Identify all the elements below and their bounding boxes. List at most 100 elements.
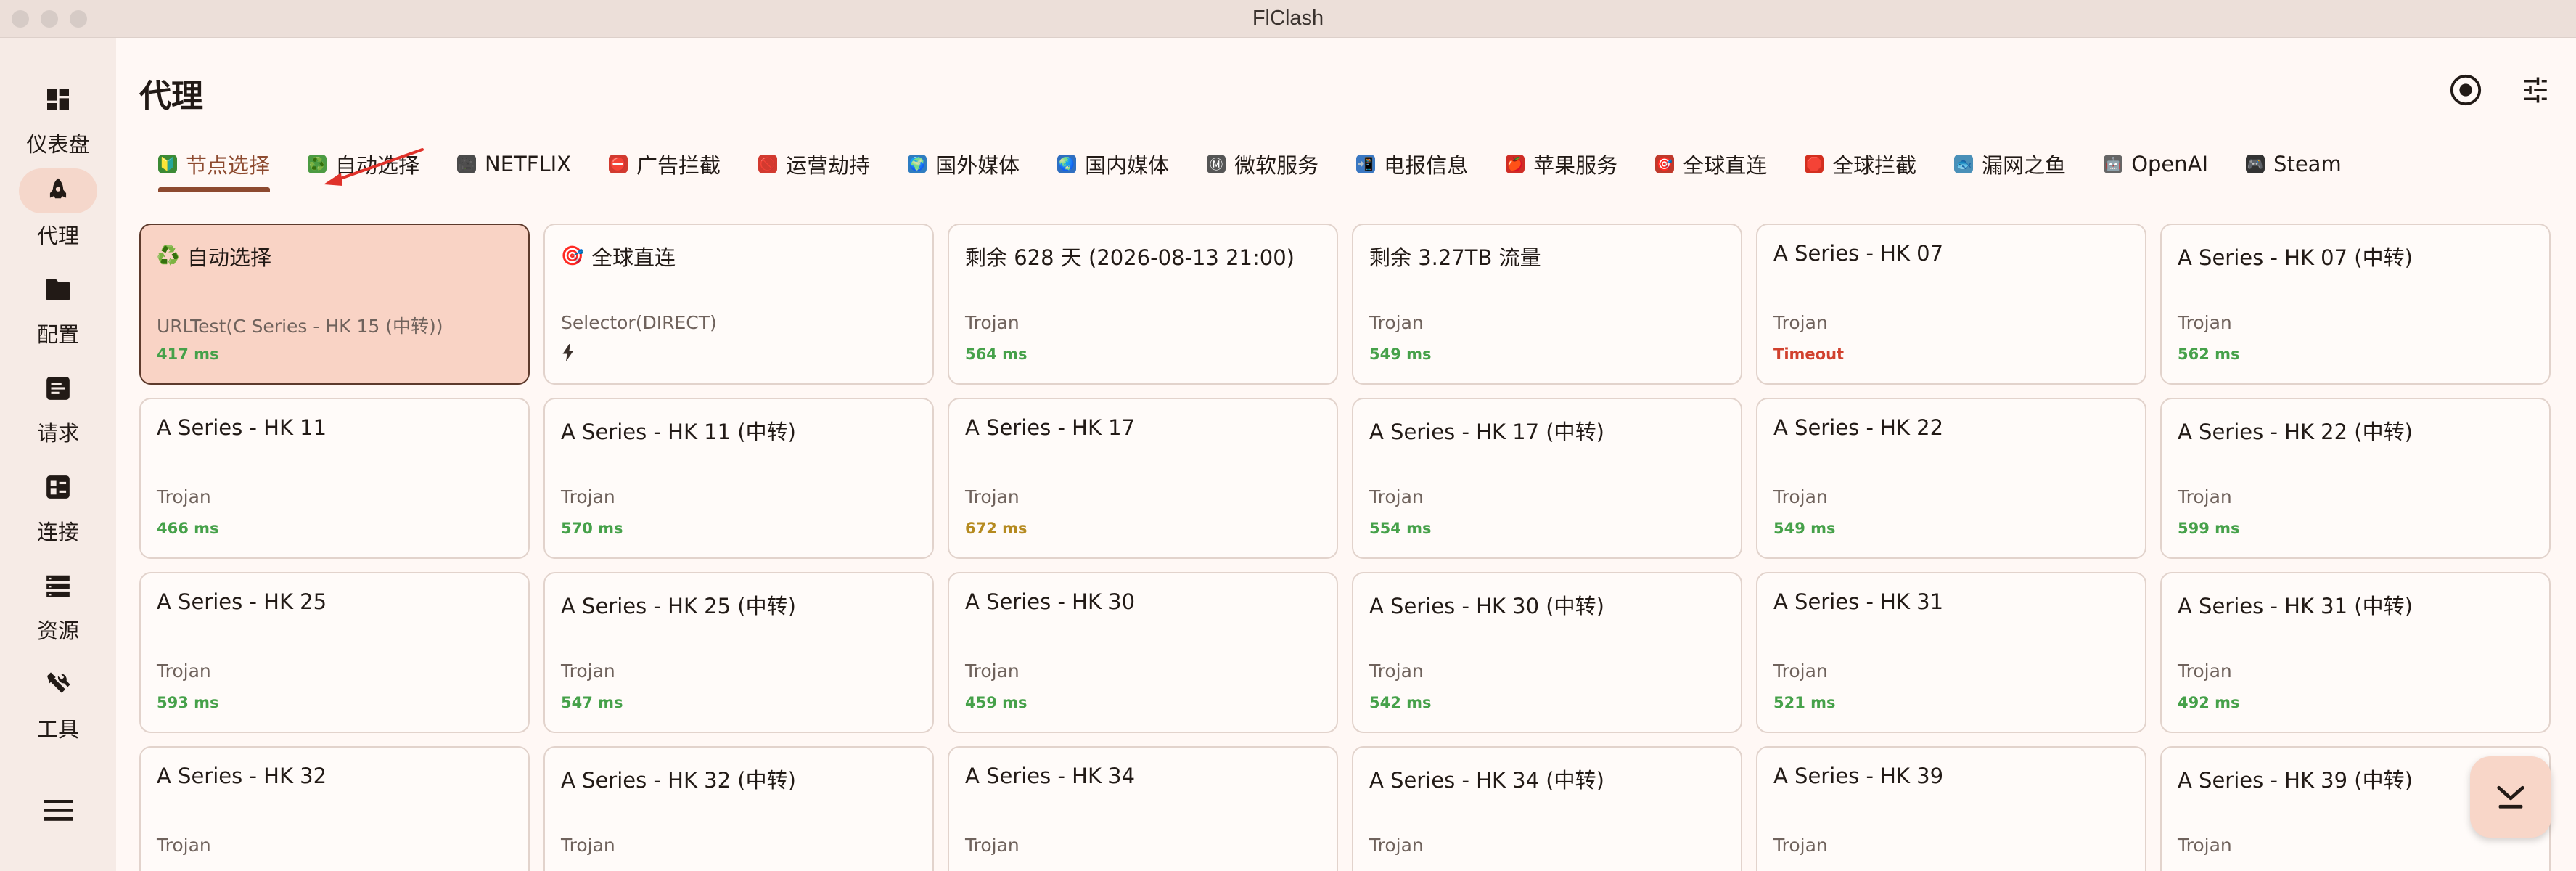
proxy-delay[interactable]: 492 ms (2178, 694, 2240, 711)
tab-label: 国内媒体 (1085, 153, 1170, 178)
tab-emoji-icon: 🛑 (1805, 155, 1824, 173)
tab-emoji-icon: 🎥 (457, 155, 477, 173)
proxy-delay[interactable]: 599 ms (2178, 520, 2240, 537)
proxy-name: A Series - HK 39 (1773, 764, 2132, 788)
proxy-card[interactable]: A Series - HK 32 Trojan (139, 746, 530, 871)
tune-icon[interactable] (2515, 70, 2556, 110)
proxy-delay[interactable]: 554 ms (1369, 520, 1432, 537)
proxy-name: 🎯 全球直连 (561, 241, 919, 271)
proxy-type: Trojan (1369, 312, 1424, 333)
proxy-delay[interactable]: 549 ms (1773, 520, 1836, 537)
proxy-name-text: 全球直连 (591, 245, 676, 270)
sidebar-item-dashboard[interactable]: 仪表盘 (0, 77, 116, 164)
tab-3[interactable]: ⛔ 广告拦截 (590, 136, 739, 192)
proxy-name-text: A Series - HK 39 (1773, 764, 1944, 788)
proxy-delay[interactable]: 593 ms (157, 694, 219, 711)
tab-label: 电报信息 (1384, 153, 1469, 178)
sidebar-item-resources[interactable]: 资源 (0, 563, 116, 650)
sidebar-item-label: 连接 (36, 520, 79, 544)
proxy-card[interactable]: A Series - HK 34 Trojan (948, 746, 1338, 871)
tab-2[interactable]: 🎥 NETFLIX (438, 136, 590, 192)
proxy-type: Trojan (965, 835, 1020, 856)
tab-emoji-icon: 📲 (1356, 155, 1376, 173)
proxy-emoji-icon: 🎯 (560, 245, 585, 267)
proxy-card[interactable]: 剩余 628 天 (2026-08-13 21:00) Trojan 564 ms (948, 224, 1338, 385)
tab-10[interactable]: 🎯 全球直连 (1636, 136, 1786, 192)
lightning-icon[interactable] (562, 344, 574, 364)
sidebar-item-profiles[interactable]: 配置 (0, 267, 116, 354)
proxy-name-text: A Series - HK 17 (965, 415, 1136, 440)
tab-4[interactable]: 🚫 运营劫持 (739, 136, 889, 192)
proxy-card[interactable]: A Series - HK 17 Trojan 672 ms (948, 398, 1338, 559)
proxy-card[interactable]: A Series - HK 25 Trojan 593 ms (139, 572, 530, 733)
title-bar: FlClash (0, 0, 2576, 38)
tab-9[interactable]: 🍎 苹果服务 (1487, 136, 1636, 192)
proxy-card[interactable]: A Series - HK 39 Trojan (1756, 746, 2146, 871)
proxy-delay[interactable]: 459 ms (965, 694, 1027, 711)
proxy-card[interactable]: A Series - HK 30 Trojan 459 ms (948, 572, 1338, 733)
proxy-name-text: A Series - HK 30 (中转) (1369, 594, 1604, 618)
tab-12[interactable]: 🐟 漏网之鱼 (1935, 136, 2085, 192)
proxy-card[interactable]: A Series - HK 11 Trojan 466 ms (139, 398, 530, 559)
proxy-type: Trojan (1773, 835, 1828, 856)
menu-icon[interactable] (38, 794, 78, 827)
tab-emoji-icon: 🎮 (2246, 155, 2265, 173)
target-icon[interactable] (2445, 70, 2486, 110)
proxy-name: A Series - HK 31 (1773, 589, 2132, 614)
tab-label: 全球直连 (1683, 153, 1768, 178)
sidebar-item-connections[interactable]: 连接 (0, 465, 116, 552)
sidebar-item-proxy[interactable]: 代理 (0, 168, 116, 255)
proxy-card[interactable]: A Series - HK 22 (中转) Trojan 599 ms (2160, 398, 2551, 559)
sidebar-item-requests[interactable]: 请求 (0, 366, 116, 453)
proxy-card[interactable]: ♻️ 自动选择 URLTest(C Series - HK 15 (中转)) 417 … (139, 224, 530, 385)
proxy-card[interactable]: A Series - HK 11 (中转) Trojan 570 ms (543, 398, 934, 559)
proxy-card[interactable]: A Series - HK 22 Trojan 549 ms (1756, 398, 2146, 559)
proxy-delay[interactable]: 549 ms (1369, 345, 1432, 363)
proxy-card[interactable]: A Series - HK 07 Trojan Timeout (1756, 224, 2146, 385)
sidebar-item-tools[interactable]: 工具 (0, 662, 116, 749)
proxy-card[interactable]: A Series - HK 31 (中转) Trojan 492 ms (2160, 572, 2551, 733)
tab-7[interactable]: Ⓜ 微软服务 (1188, 136, 1337, 192)
tab-label: 国外媒体 (935, 153, 1020, 178)
proxy-type: Trojan (1773, 312, 1828, 333)
tab-0[interactable]: 🔰 节点选择 (139, 136, 289, 192)
proxy-card[interactable]: A Series - HK 17 (中转) Trojan 554 ms (1352, 398, 1742, 559)
proxy-card[interactable]: 🎯 全球直连 Selector(DIRECT) (543, 224, 934, 385)
proxy-name-text: A Series - HK 22 (1773, 415, 1944, 440)
proxy-delay[interactable]: 466 ms (157, 520, 219, 537)
proxy-delay[interactable]: Timeout (1773, 345, 1844, 363)
proxy-card[interactable]: A Series - HK 32 (中转) Trojan (543, 746, 934, 871)
tab-8[interactable]: 📲 电报信息 (1337, 136, 1487, 192)
proxy-delay[interactable]: 562 ms (2178, 345, 2240, 363)
proxy-delay[interactable]: 570 ms (561, 520, 623, 537)
tab-5[interactable]: 🌍 国外媒体 (889, 136, 1038, 192)
proxy-delay[interactable]: 672 ms (965, 520, 1027, 537)
tab-emoji-icon: 🐟 (1954, 155, 1974, 173)
proxy-delay[interactable]: 547 ms (561, 694, 623, 711)
proxy-name-text: A Series - HK 11 (中转) (561, 420, 796, 444)
proxy-delay[interactable]: 521 ms (1773, 694, 1836, 711)
proxy-card[interactable]: 剩余 3.27TB 流量 Trojan 549 ms (1352, 224, 1742, 385)
tools-icon (19, 662, 97, 707)
proxy-name-text: A Series - HK 25 (157, 589, 327, 614)
collapse-button[interactable] (2470, 756, 2551, 838)
tab-label: OpenAI (2131, 152, 2209, 176)
proxy-card[interactable]: A Series - HK 30 (中转) Trojan 542 ms (1352, 572, 1742, 733)
proxy-delay[interactable]: 564 ms (965, 345, 1027, 363)
proxy-name-text: A Series - HK 34 (中转) (1369, 768, 1604, 793)
proxy-delay[interactable]: 417 ms (157, 345, 219, 363)
folder-icon (19, 267, 97, 312)
proxy-card[interactable]: A Series - HK 31 Trojan 521 ms (1756, 572, 2146, 733)
proxy-card[interactable]: A Series - HK 07 (中转) Trojan 562 ms (2160, 224, 2551, 385)
tab-label: 全球拦截 (1832, 153, 1917, 178)
proxy-card[interactable]: A Series - HK 25 (中转) Trojan 547 ms (543, 572, 934, 733)
tab-6[interactable]: 🌏 国内媒体 (1038, 136, 1188, 192)
tab-11[interactable]: 🛑 全球拦截 (1786, 136, 1935, 192)
collapse-down-icon (2497, 785, 2524, 809)
storage-icon (19, 563, 97, 608)
tab-13[interactable]: 🤖 OpenAI (2085, 136, 2227, 192)
proxy-card[interactable]: A Series - HK 34 (中转) Trojan (1352, 746, 1742, 871)
tab-14[interactable]: 🎮 Steam (2227, 136, 2360, 192)
proxy-name: A Series - HK 30 (中转) (1369, 589, 1728, 620)
proxy-delay[interactable]: 542 ms (1369, 694, 1432, 711)
